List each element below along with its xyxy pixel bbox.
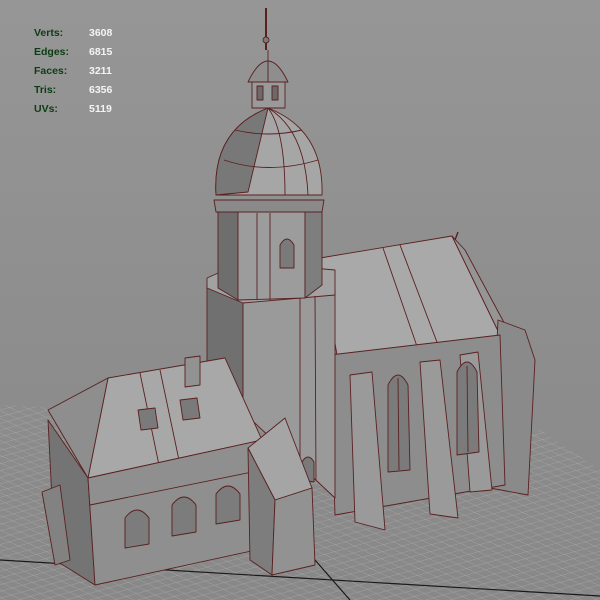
annex-building[interactable] <box>41 355 266 586</box>
hud-tris-row: Tris: 6356 <box>34 81 112 100</box>
hud-faces-value: 3211 <box>89 65 112 77</box>
hud-faces-label: Faces: <box>34 65 68 77</box>
tower-octagon-right <box>304 204 323 299</box>
hud-edges-label: Edges: <box>34 46 70 58</box>
hud-edges-value: 6815 <box>89 46 113 58</box>
hud-uvs-label: UVs: <box>34 103 58 115</box>
hud-edges-row: Edges: 6815 <box>34 43 112 62</box>
poly-count-hud: Verts: 3608 Edges: 6815 Faces: 3211 Tris… <box>34 24 112 119</box>
annex-window-1 <box>124 509 150 549</box>
hud-tris-label: Tris: <box>34 84 57 96</box>
tower-window <box>279 238 295 269</box>
hud-uvs-row: UVs: 5119 <box>34 100 112 119</box>
hud-verts-label: Verts: <box>34 27 64 39</box>
perspective-viewport[interactable]: Verts: 3608 Edges: 6815 Faces: 3211 Tris… <box>0 0 600 600</box>
annex-chimney <box>184 355 201 388</box>
annex-window-2 <box>171 496 197 537</box>
annex-dormer-2 <box>179 397 201 421</box>
tower-octagon-front <box>237 211 306 301</box>
hud-faces-row: Faces: 3211 <box>34 62 112 81</box>
tower-octagon-left <box>217 207 239 301</box>
annex-dormer-1 <box>137 407 159 431</box>
hud-uvs-value: 5119 <box>89 103 112 115</box>
hud-tris-value: 6356 <box>89 84 113 96</box>
hud-verts-value: 3608 <box>89 27 113 39</box>
church-nave[interactable] <box>319 231 536 531</box>
hud-verts-row: Verts: 3608 <box>34 24 112 43</box>
annex-window-3 <box>215 485 241 525</box>
